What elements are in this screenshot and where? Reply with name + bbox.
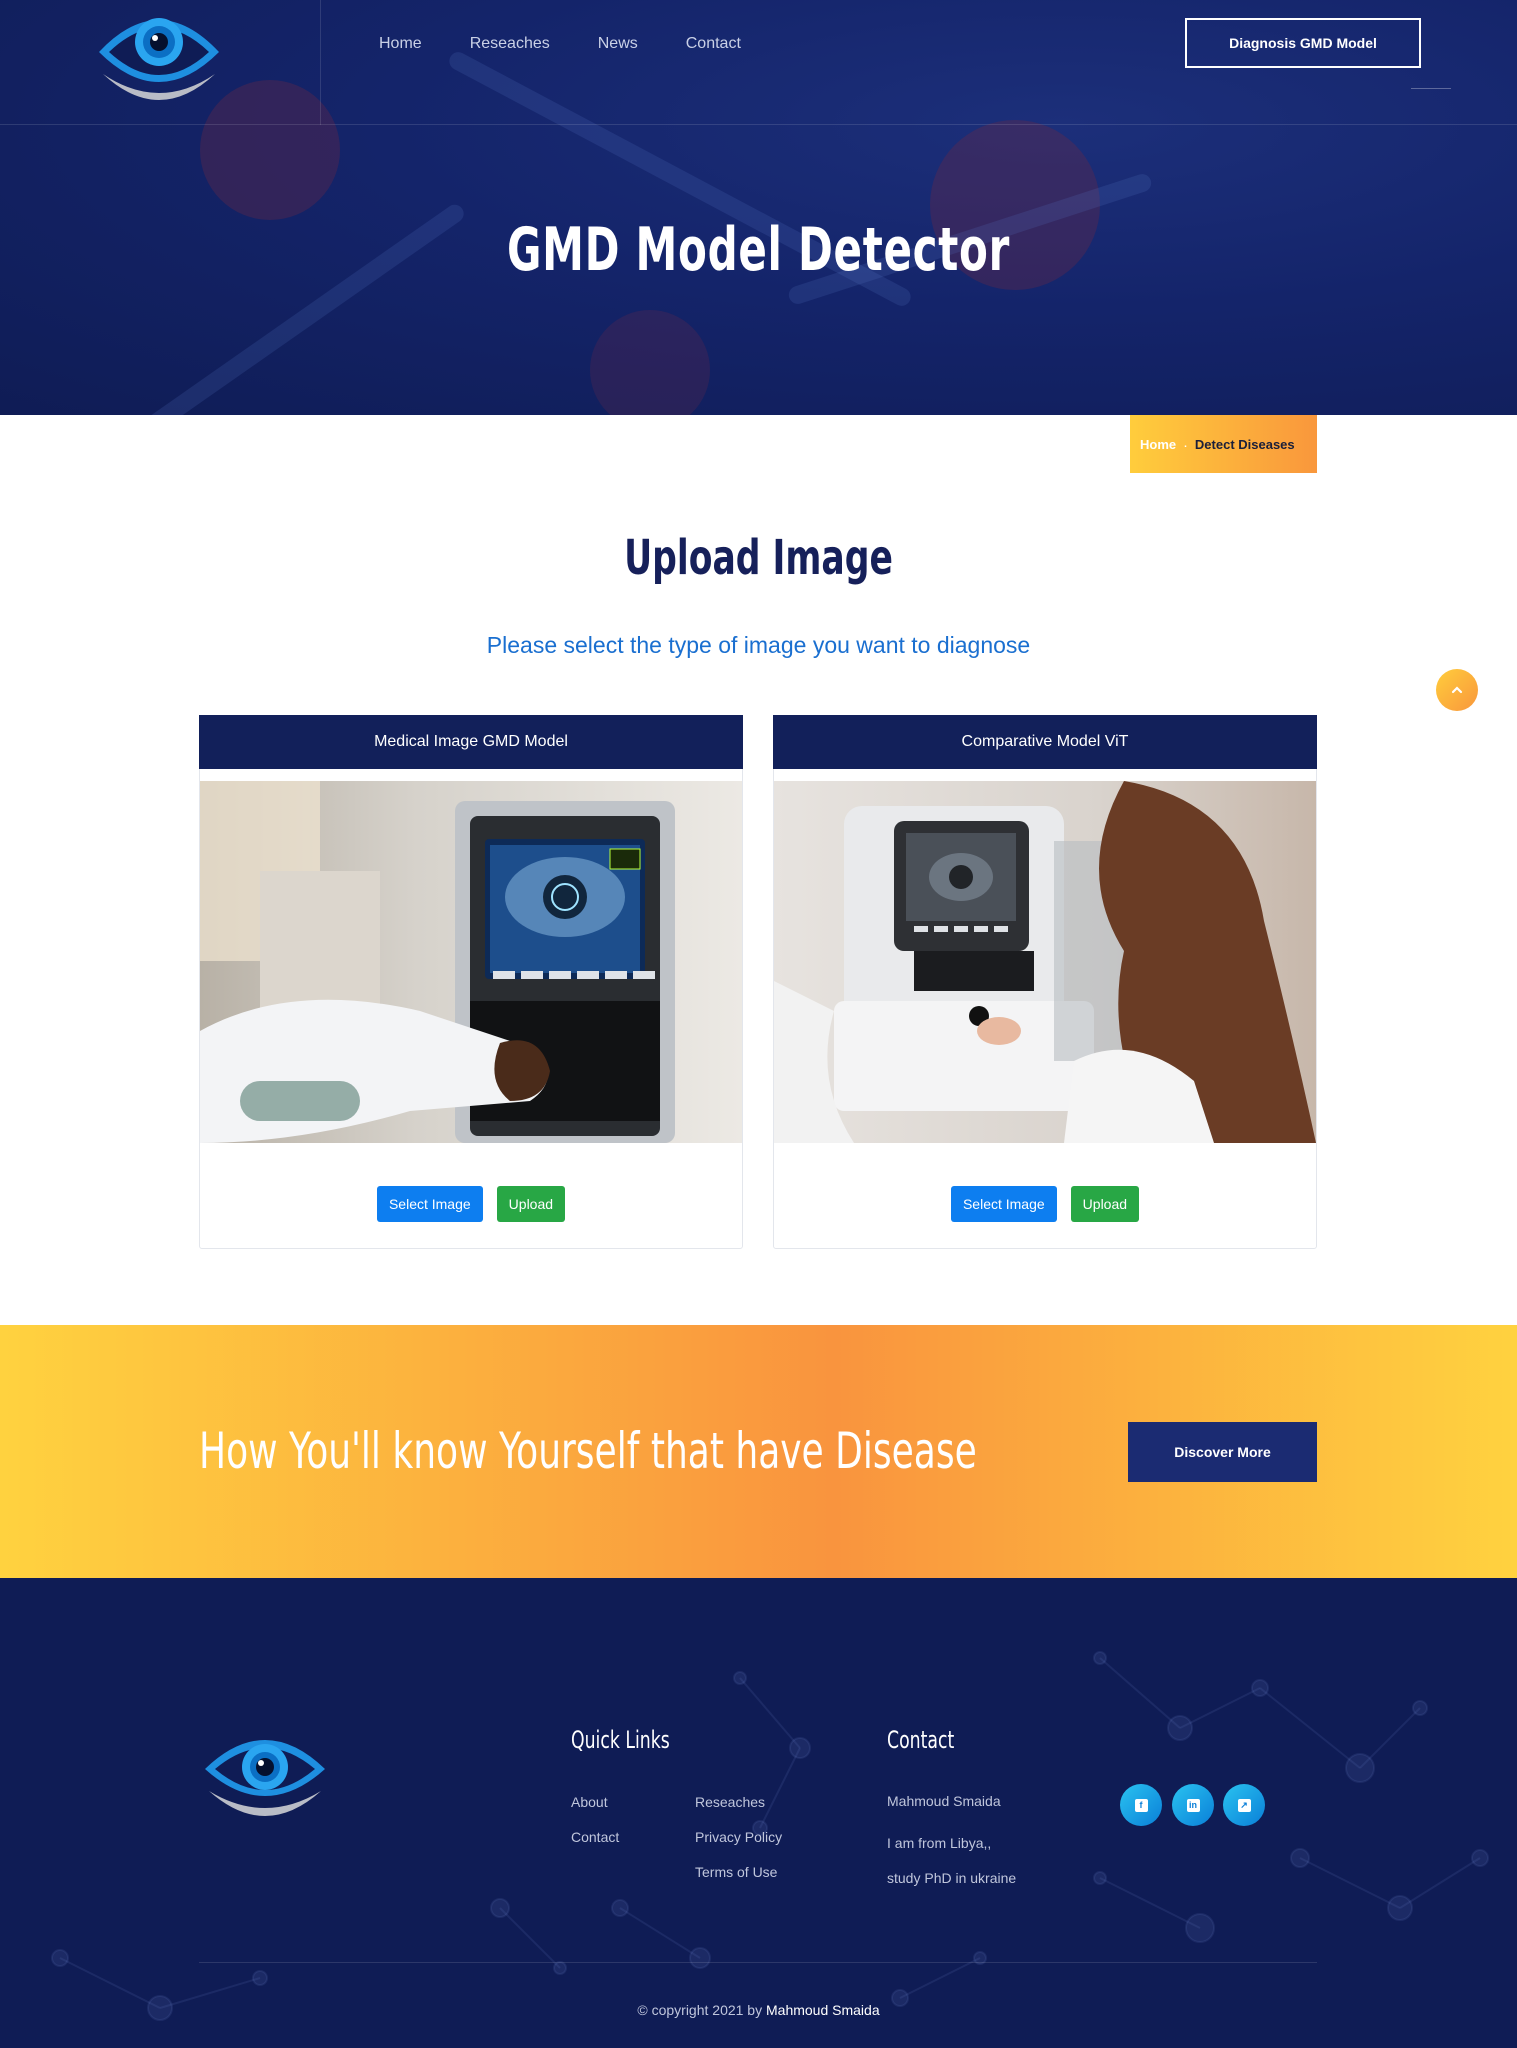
nav-researches[interactable]: Reseaches bbox=[470, 32, 550, 56]
quick-links-title: Quick Links bbox=[571, 1726, 670, 1754]
footer-divider bbox=[199, 1962, 1317, 1963]
contact-name: Mahmoud Smaida bbox=[887, 1793, 1001, 1809]
nav-news[interactable]: News bbox=[598, 32, 638, 56]
select-image-button[interactable]: Select Image bbox=[376, 1186, 483, 1222]
footer-link-contact[interactable]: Contact bbox=[571, 1827, 619, 1847]
copyright: © copyright 2021 by Mahmoud Smaida bbox=[0, 2002, 1517, 2018]
hero-bg-virus bbox=[590, 310, 710, 415]
scroll-to-top-button[interactable] bbox=[1436, 669, 1478, 711]
eye-exam-photo bbox=[200, 781, 742, 1143]
copyright-author-link[interactable]: Mahmoud Smaida bbox=[766, 2002, 880, 2018]
site-footer: Quick Links About Contact Reseaches Priv… bbox=[0, 1578, 1517, 2048]
footer-link-researches[interactable]: Reseaches bbox=[695, 1792, 765, 1812]
header-divider bbox=[1411, 88, 1451, 89]
breadcrumb-current: Detect Diseases bbox=[1194, 436, 1295, 452]
facebook-button[interactable]: f bbox=[1120, 1784, 1162, 1826]
card-actions: Select Image Upload bbox=[774, 1186, 1316, 1222]
discover-more-button[interactable]: Discover More bbox=[1128, 1422, 1317, 1482]
nav-home[interactable]: Home bbox=[379, 32, 422, 56]
contact-line: I am from Libya,, bbox=[887, 1835, 992, 1851]
eye-logo-icon[interactable] bbox=[93, 0, 225, 110]
facebook-icon: f bbox=[1134, 1798, 1148, 1812]
upload-section-subtitle: Please select the type of image you want… bbox=[486, 632, 1031, 658]
copyright-prefix: © copyright 2021 by bbox=[637, 2002, 763, 2018]
breadcrumb-separator: . bbox=[1184, 438, 1187, 450]
footer-link-privacy[interactable]: Privacy Policy bbox=[695, 1827, 782, 1847]
upload-section-title: Upload Image bbox=[624, 530, 893, 586]
card-title: Comparative Model ViT bbox=[773, 715, 1317, 769]
eye-exam-photo bbox=[774, 781, 1316, 1143]
linkedin-icon: in bbox=[1186, 1798, 1200, 1812]
diagnosis-model-button[interactable]: Diagnosis GMD Model bbox=[1185, 18, 1421, 68]
page-title: GMD Model Detector bbox=[506, 215, 1011, 285]
external-link-icon: ↗ bbox=[1237, 1798, 1251, 1812]
vit-model-card: Comparative Model ViT Select Image Uploa… bbox=[773, 715, 1317, 1249]
card-title: Medical Image GMD Model bbox=[199, 715, 743, 769]
footer-link-terms[interactable]: Terms of Use bbox=[695, 1862, 777, 1882]
linkedin-button[interactable]: in bbox=[1172, 1784, 1214, 1826]
hero-section: Home Reseaches News Contact Diagnosis GM… bbox=[0, 0, 1517, 415]
banner-heading: How You'll know Yourself that have Disea… bbox=[199, 1422, 977, 1480]
select-image-button[interactable]: Select Image bbox=[950, 1186, 1057, 1222]
contact-line: study PhD in ukraine bbox=[887, 1870, 1017, 1886]
footer-link-about[interactable]: About bbox=[571, 1792, 608, 1812]
cta-banner: How You'll know Yourself that have Disea… bbox=[0, 1325, 1517, 1578]
chevron-up-icon bbox=[1451, 686, 1463, 694]
logo-container bbox=[0, 0, 321, 125]
external-link-button[interactable]: ↗ bbox=[1223, 1784, 1265, 1826]
eye-logo-icon[interactable] bbox=[199, 1723, 331, 1823]
contact-title: Contact bbox=[887, 1726, 955, 1754]
site-header: Home Reseaches News Contact Diagnosis GM… bbox=[0, 0, 1517, 125]
nav-contact[interactable]: Contact bbox=[686, 32, 741, 56]
card-actions: Select Image Upload bbox=[200, 1186, 742, 1222]
upload-button[interactable]: Upload bbox=[1070, 1186, 1140, 1222]
gmd-model-card: Medical Image GMD Model Select Image Upl… bbox=[199, 715, 743, 1249]
breadcrumb-home-link[interactable]: Home bbox=[1140, 437, 1176, 452]
upload-button[interactable]: Upload bbox=[496, 1186, 566, 1222]
breadcrumb: Home . Detect Diseases bbox=[1130, 415, 1317, 473]
main-nav: Home Reseaches News Contact bbox=[379, 32, 741, 56]
